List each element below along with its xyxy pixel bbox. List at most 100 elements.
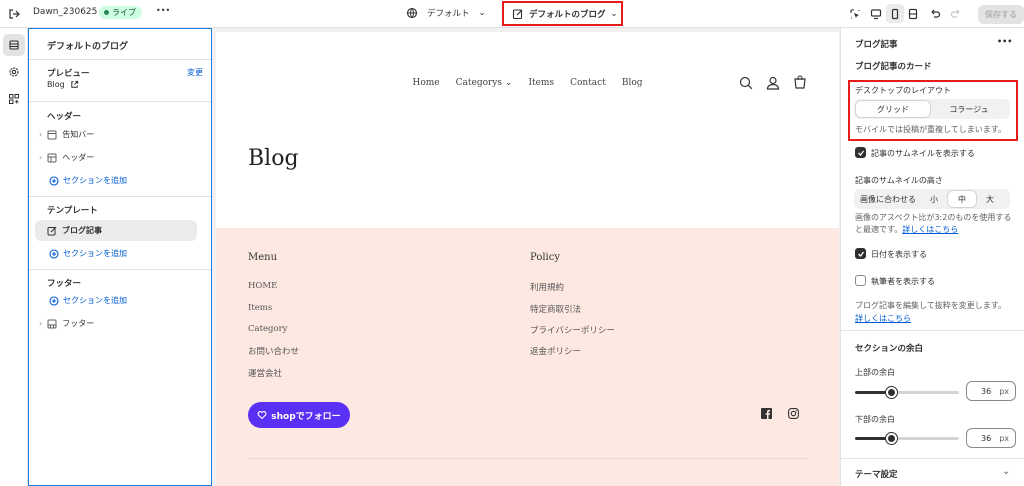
show-date-label: 日付を表示する xyxy=(871,250,927,259)
add-section-label: セクションを追加 xyxy=(63,249,127,258)
footer-menu-link[interactable]: Items xyxy=(248,303,272,313)
footer-policy-link[interactable]: プライバシーポリシー xyxy=(530,324,615,336)
footer-layout-icon xyxy=(47,319,57,328)
top-padding-value: 36 xyxy=(981,386,992,396)
chevron-down-icon: ⌄ xyxy=(504,78,513,88)
top-padding-slider-track xyxy=(893,391,959,394)
add-section-template[interactable]: セクションを追加 xyxy=(49,248,127,259)
divider xyxy=(29,196,211,197)
divider xyxy=(29,101,211,102)
more-actions-button[interactable]: ••• xyxy=(156,6,170,15)
card-heading: ブログ記事のカード xyxy=(855,62,932,72)
nav-link-label: Categorys xyxy=(455,78,503,88)
show-author-checkbox[interactable] xyxy=(855,275,866,286)
footer-policy-link[interactable]: 利用規約 xyxy=(530,281,564,293)
thumb-height-option-large[interactable]: 大 xyxy=(976,191,1004,207)
header-layout-icon xyxy=(47,153,57,162)
heart-icon xyxy=(257,411,267,420)
layout-option-grid[interactable]: グリッド xyxy=(856,101,930,117)
live-badge: ライブ xyxy=(99,6,142,19)
footer-menu-heading: Menu xyxy=(248,252,278,263)
top-padding-slider-thumb[interactable] xyxy=(886,387,897,398)
account-icon[interactable] xyxy=(766,76,780,93)
layout-label: デスクトップのレイアウト xyxy=(855,86,951,95)
chevron-right-icon: › xyxy=(39,319,43,328)
change-preview-link[interactable]: 変更 xyxy=(187,67,203,78)
desktop-view-icon[interactable] xyxy=(870,8,882,20)
sidebar-item-footer[interactable]: › フッター xyxy=(39,318,94,329)
excerpt-learn-more-link[interactable]: 詳しくはこちら xyxy=(855,314,911,323)
inspector-icon[interactable] xyxy=(849,8,861,20)
theme-settings-heading[interactable]: テーマ設定 xyxy=(855,468,898,480)
thumb-height-option-adapt[interactable]: 画像に合わせる xyxy=(856,191,920,207)
thumb-learn-more-link[interactable]: 詳しくはこちら xyxy=(902,225,958,234)
show-thumbnail-checkbox[interactable] xyxy=(855,147,866,158)
footer-policy-link[interactable]: 返金ポリシー xyxy=(530,345,581,357)
footer-menu-link[interactable]: Category xyxy=(248,324,287,334)
facebook-icon[interactable] xyxy=(761,408,772,422)
instagram-icon[interactable] xyxy=(788,408,799,422)
sidebar-item-blog-post[interactable]: ブログ記事 xyxy=(35,220,197,241)
shop-follow-button[interactable]: shopでフォロー xyxy=(248,402,350,428)
template-selector[interactable]: デフォルトのブログ ⌄ xyxy=(502,1,623,26)
plus-circle-icon xyxy=(49,175,59,186)
sections-icon[interactable] xyxy=(3,34,25,56)
page-title: Blog xyxy=(248,146,299,171)
theme-selector[interactable]: デフォルト ⌄ xyxy=(406,7,486,19)
shop-follow-label: shopでフォロー xyxy=(271,411,341,422)
template-group-title: テンプレート xyxy=(47,206,98,216)
panel-title: ブログ記事 xyxy=(855,40,898,50)
redo-icon[interactable] xyxy=(950,8,962,20)
show-date-checkbox[interactable] xyxy=(855,248,866,259)
bottom-padding-slider-thumb[interactable] xyxy=(886,433,897,444)
top-padding-input[interactable]: 36 px xyxy=(966,381,1016,401)
fullscreen-icon[interactable] xyxy=(907,8,919,20)
nav-link-items[interactable]: Items xyxy=(528,78,554,88)
sidebar-item-label: ブログ記事 xyxy=(62,226,102,235)
preview-value[interactable]: Blog xyxy=(47,80,79,89)
settings-panel: ブログ記事 ••• ブログ記事のカード デスクトップのレイアウト グリッド コラ… xyxy=(840,28,1024,486)
add-section-footer[interactable]: セクションを追加 xyxy=(49,295,127,306)
footer-menu-link[interactable]: HOME xyxy=(248,281,277,291)
sidebar-item-header[interactable]: › ヘッダー xyxy=(39,152,94,163)
nav-link-contact[interactable]: Contact xyxy=(570,78,606,88)
padding-heading: セクションの余白 xyxy=(855,344,924,354)
footer-menu-link[interactable]: 運営会社 xyxy=(248,367,282,379)
footer-group-title: フッター xyxy=(47,279,82,289)
cart-icon[interactable] xyxy=(793,75,807,93)
layout-option-collage[interactable]: コラージュ xyxy=(930,101,1008,117)
sidebar-item-announcement-bar[interactable]: › 告知バー xyxy=(39,129,94,140)
add-section-label: セクションを追加 xyxy=(63,296,127,305)
header-group-title: ヘッダー xyxy=(47,112,82,122)
save-button[interactable]: 保存する xyxy=(978,5,1024,24)
thumb-height-option-small[interactable]: 小 xyxy=(920,191,948,207)
chevron-down-icon[interactable]: ⌄ xyxy=(1002,466,1010,477)
bottom-padding-value: 36 xyxy=(981,433,992,443)
apps-icon[interactable] xyxy=(3,88,25,110)
mobile-view-icon[interactable] xyxy=(886,4,904,23)
sidebar-title: デフォルトのブログ xyxy=(47,42,129,52)
plus-circle-icon xyxy=(49,295,59,306)
search-icon[interactable] xyxy=(739,76,753,93)
add-section-label: セクションを追加 xyxy=(63,176,127,185)
add-section-header[interactable]: セクションを追加 xyxy=(49,175,127,186)
bottom-padding-input[interactable]: 36 px xyxy=(966,428,1016,448)
exit-icon[interactable] xyxy=(8,8,20,20)
gear-icon[interactable] xyxy=(3,61,25,83)
chevron-down-icon: ⌄ xyxy=(478,8,486,18)
more-actions-icon[interactable]: ••• xyxy=(997,37,1012,46)
nav-link-blog[interactable]: Blog xyxy=(622,78,643,88)
footer-menu-link[interactable]: お問い合わせ xyxy=(248,345,299,357)
thumb-height-label: 記事のサムネイルの高さ xyxy=(855,176,943,185)
nav-link-home[interactable]: Home xyxy=(412,78,439,88)
template-selector-label: デフォルトのブログ xyxy=(529,9,606,20)
undo-icon[interactable] xyxy=(929,8,941,20)
storefront-footer: Menu HOME Items Category お問い合わせ 運営会社 Pol… xyxy=(216,228,839,486)
preview-value-label: Blog xyxy=(47,80,65,89)
excerpt-help-label: ブログ記事を編集して抜粋を変更します。 xyxy=(855,301,1006,310)
layout-segmented-control: グリッド コラージュ xyxy=(854,99,1010,119)
footer-policy-link[interactable]: 特定商取引法 xyxy=(530,303,581,315)
thumb-height-option-medium[interactable]: 中 xyxy=(948,191,976,207)
divider xyxy=(841,458,1024,459)
nav-link-categorys[interactable]: Categorys ⌄ xyxy=(456,78,513,88)
